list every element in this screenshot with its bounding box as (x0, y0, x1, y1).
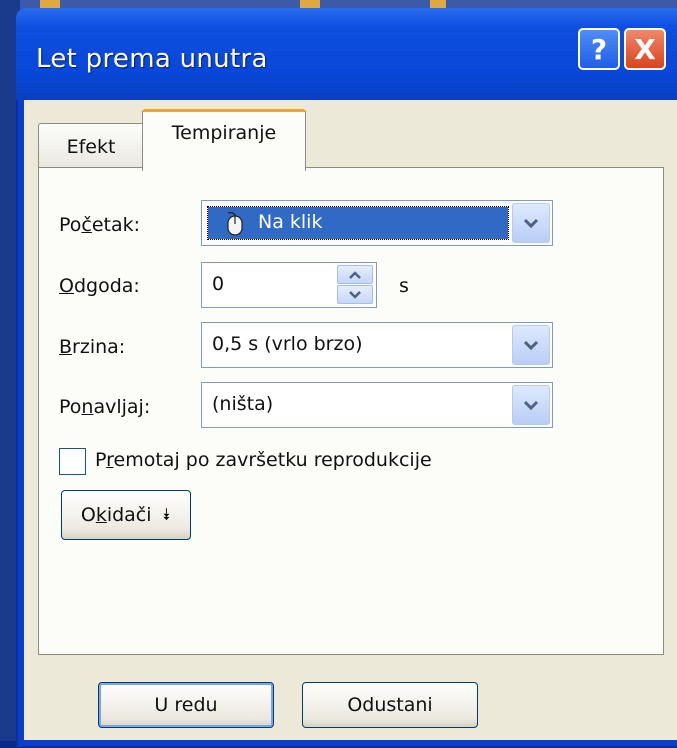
tab-label: Efekt (66, 135, 116, 158)
chevron-up-icon (349, 270, 361, 279)
triggers-label: Okidači (80, 504, 152, 526)
delay-spinbox[interactable]: 0 (201, 262, 377, 308)
rewind-checkbox[interactable] (59, 448, 86, 475)
start-label: Početak: (59, 214, 141, 236)
dropdown-arrow-button[interactable] (512, 385, 550, 425)
start-dropdown[interactable]: Na klik (201, 200, 553, 246)
double-chevron-down-icon: ⯯ (161, 505, 172, 524)
cancel-button[interactable]: Odustani (302, 682, 478, 728)
dialog-window: Let prema unutra ? X Efekt Tempiranje Po… (16, 8, 677, 748)
title-bar[interactable]: Let prema unutra ? X (16, 8, 677, 100)
rewind-label[interactable]: Premotaj po završetku reprodukcije (95, 449, 432, 471)
spin-down-button[interactable] (337, 285, 373, 304)
tab-efekt[interactable]: Efekt (38, 123, 144, 169)
dropdown-arrow-button[interactable] (512, 203, 550, 243)
speed-dropdown[interactable]: 0,5 s (vrlo brzo) (201, 322, 553, 368)
speed-label: Brzina: (59, 336, 126, 358)
delay-label: Odgoda: (59, 275, 140, 297)
start-value: Na klik (258, 211, 323, 233)
triggers-button[interactable]: Okidači ⯯ (61, 490, 191, 540)
spin-up-button[interactable] (337, 265, 373, 284)
selection-highlight (207, 206, 509, 240)
ok-button[interactable]: U redu (98, 682, 274, 728)
delay-unit: s (399, 275, 409, 297)
chevron-down-icon (523, 218, 539, 229)
close-button[interactable]: X (624, 28, 666, 70)
mouse-icon (227, 212, 243, 236)
tab-tempiranje[interactable]: Tempiranje (142, 109, 306, 171)
dropdown-arrow-button[interactable] (512, 325, 550, 365)
timing-panel: Početak: Na klik Odgoda: 0 s Brzina: 0,5… (38, 167, 664, 655)
repeat-value: (ništa) (212, 393, 274, 415)
dialog-body: Efekt Tempiranje Početak: Na klik Odgoda… (24, 100, 677, 740)
help-button[interactable]: ? (578, 28, 620, 70)
delay-value: 0 (212, 273, 225, 295)
dialog-title: Let prema unutra (36, 44, 268, 74)
tab-label: Tempiranje (171, 122, 277, 144)
chevron-down-icon (349, 290, 361, 299)
repeat-dropdown[interactable]: (ništa) (201, 382, 553, 428)
speed-value: 0,5 s (vrlo brzo) (212, 333, 363, 355)
repeat-label: Ponavljaj: (59, 396, 151, 418)
chevron-down-icon (523, 340, 539, 351)
chevron-down-icon (523, 400, 539, 411)
